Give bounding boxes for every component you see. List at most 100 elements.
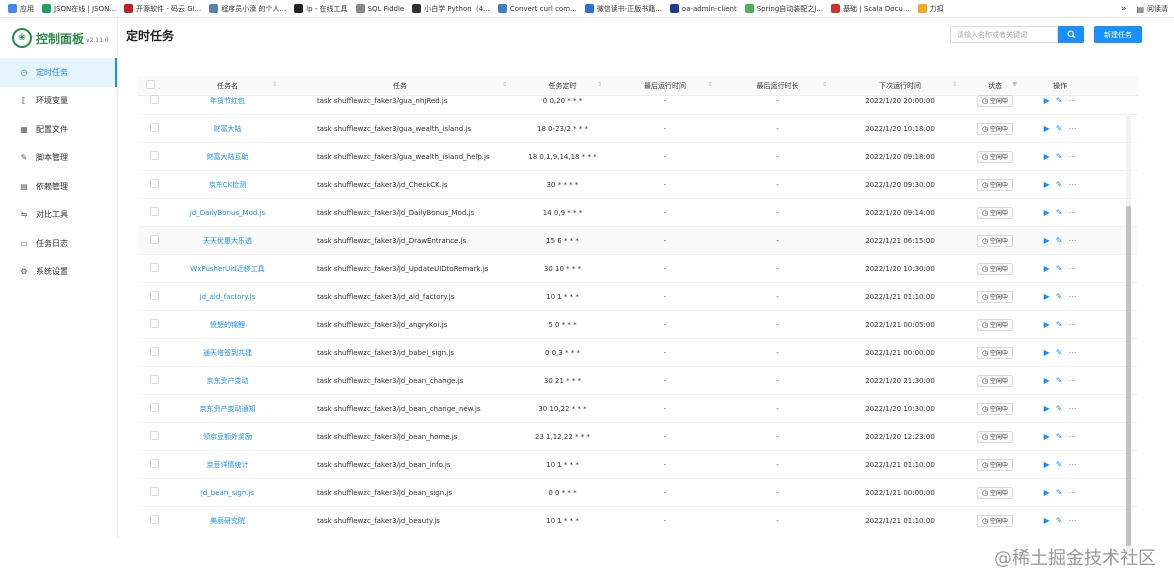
sidebar-item-5[interactable]: ▤ 依赖管理 [0, 172, 117, 201]
sidebar-item-8[interactable]: ⚙ 系统设置 [0, 258, 117, 287]
row-checkbox[interactable] [138, 487, 170, 498]
log-icon[interactable]: ✎ [1056, 516, 1063, 525]
table-scrollbar[interactable] [1125, 116, 1132, 552]
bookmark-item[interactable]: 开源软件 - 码云 Gi... [124, 4, 201, 14]
table-row[interactable]: 财富大陆 task shufflewzc_faker3/gua_wealth_is… [138, 115, 1138, 143]
task-name-link[interactable]: 财富大陆 [170, 124, 285, 134]
task-name-link[interactable]: jd_aid_factory.js [170, 293, 285, 301]
task-name-link[interactable]: 财富大陆互助 [170, 152, 285, 162]
log-icon[interactable]: ✎ [1056, 348, 1063, 357]
bookmark-item[interactable]: Convert curl com... [497, 4, 577, 13]
table-row[interactable]: jd_aid_factory.js task shufflewzc_faker3/… [138, 283, 1138, 311]
row-checkbox[interactable] [138, 291, 170, 302]
reading-list[interactable]: 阅读清 [1147, 4, 1168, 14]
task-name-link[interactable]: 年货节红包 [170, 96, 285, 106]
run-icon[interactable]: ▶ [1044, 96, 1050, 105]
row-checkbox[interactable] [138, 319, 170, 330]
bookmark-item[interactable]: JSON在线 | JSON... [42, 4, 116, 14]
task-name-link[interactable]: jd_bean_sign.js [170, 489, 285, 497]
more-icon[interactable]: ⋯ [1068, 292, 1076, 301]
sidebar-item-2[interactable]: ⟦ 环境变量 [0, 87, 117, 116]
task-name-link[interactable]: jd_DailyBonus_Mod.js [170, 209, 285, 217]
table-row[interactable]: 领京豆额外奖励 task shufflewzc_faker3/jd_bean_ho… [138, 423, 1138, 451]
row-checkbox[interactable] [138, 459, 170, 470]
row-checkbox[interactable] [138, 151, 170, 162]
sidebar-item-6[interactable]: ⇋ 对比工具 [0, 201, 117, 230]
more-icon[interactable]: ⋯ [1068, 236, 1076, 245]
bookmark-item[interactable]: Spring自动装配之J... [744, 4, 823, 14]
more-icon[interactable]: ⋯ [1068, 152, 1076, 161]
more-icon[interactable]: ⋯ [1068, 516, 1076, 525]
run-icon[interactable]: ▶ [1044, 180, 1050, 189]
table-row[interactable]: 京豆详情统计 task shufflewzc_faker3/jd_bean_inf… [138, 451, 1138, 479]
more-icon[interactable]: ⋯ [1068, 460, 1076, 469]
task-name-link[interactable]: 京东资产变动 [170, 376, 285, 386]
task-name-link[interactable]: 美丽研究院 [170, 516, 285, 526]
more-icon[interactable]: ⋯ [1068, 488, 1076, 497]
bookmark-item[interactable]: 应用 [8, 4, 34, 14]
table-row[interactable]: 天天优惠大乐透 task shufflewzc_faker3/jd_DrawEnt… [138, 227, 1138, 255]
more-icon[interactable]: ⋯ [1068, 124, 1076, 133]
table-row[interactable]: 京东CK检测 task shufflewzc_faker3/jd_CheckCK.… [138, 171, 1138, 199]
row-checkbox[interactable] [138, 403, 170, 414]
table-row[interactable]: WxPusherUid迁移工具 task shufflewzc_faker3/jd… [138, 255, 1138, 283]
sidebar-item-7[interactable]: ▭ 任务日志 [0, 229, 117, 258]
more-icon[interactable]: ⋯ [1068, 208, 1076, 217]
reading-list-icon[interactable]: ▤ [1136, 5, 1144, 14]
table-row[interactable]: jd_DailyBonus_Mod.js task shufflewzc_fake… [138, 199, 1138, 227]
log-icon[interactable]: ✎ [1056, 460, 1063, 469]
row-checkbox[interactable] [138, 95, 170, 106]
run-icon[interactable]: ▶ [1044, 264, 1050, 273]
table-row[interactable]: 京东资产变动 task shufflewzc_faker3/jd_bean_cha… [138, 367, 1138, 395]
log-icon[interactable]: ✎ [1056, 432, 1063, 441]
logo[interactable]: ❀ 控制面板 v2.11.0 [0, 18, 117, 58]
run-icon[interactable]: ▶ [1044, 236, 1050, 245]
run-icon[interactable]: ▶ [1044, 376, 1050, 385]
log-icon[interactable]: ✎ [1056, 180, 1063, 189]
bookmarks-more[interactable]: » [1121, 4, 1127, 14]
task-name-link[interactable]: 愤怒的锦鲤 [170, 320, 285, 330]
log-icon[interactable]: ✎ [1056, 292, 1063, 301]
table-row[interactable]: 通天塔签到共建 task shufflewzc_faker3/jd_babel_s… [138, 339, 1138, 367]
row-checkbox[interactable] [138, 123, 170, 134]
log-icon[interactable]: ✎ [1056, 124, 1063, 133]
sidebar-item-1[interactable]: ◷ 定时任务 [0, 58, 117, 87]
run-icon[interactable]: ▶ [1044, 152, 1050, 161]
log-icon[interactable]: ✎ [1056, 488, 1063, 497]
bookmark-item[interactable]: oa-admin-client [669, 4, 737, 13]
more-icon[interactable]: ⋯ [1068, 264, 1076, 273]
row-checkbox[interactable] [138, 235, 170, 246]
run-icon[interactable]: ▶ [1044, 404, 1050, 413]
more-icon[interactable]: ⋯ [1068, 96, 1076, 105]
log-icon[interactable]: ✎ [1056, 208, 1063, 217]
log-icon[interactable]: ✎ [1056, 236, 1063, 245]
task-name-link[interactable]: WxPusherUid迁移工具 [170, 264, 285, 274]
task-name-link[interactable]: 通天塔签到共建 [170, 348, 285, 358]
search-input[interactable]: 请输入名称或者关键词 [950, 26, 1058, 43]
more-icon[interactable]: ⋯ [1068, 432, 1076, 441]
row-checkbox[interactable] [138, 263, 170, 274]
run-icon[interactable]: ▶ [1044, 460, 1050, 469]
table-row[interactable]: 美丽研究院 task shufflewzc_faker3/jd_beauty.js… [138, 507, 1138, 527]
search-button[interactable] [1058, 26, 1084, 43]
task-name-link[interactable]: 领京豆额外奖励 [170, 432, 285, 442]
task-name-link[interactable]: 京东CK检测 [170, 180, 285, 190]
log-icon[interactable]: ✎ [1056, 404, 1063, 413]
log-icon[interactable]: ✎ [1056, 376, 1063, 385]
bookmark-item[interactable]: 程序员小濠 的个人... [209, 4, 286, 14]
row-checkbox[interactable] [138, 179, 170, 190]
log-icon[interactable]: ✎ [1056, 96, 1063, 105]
table-row[interactable]: jd_bean_sign.js task shufflewzc_faker3/jd… [138, 479, 1138, 507]
more-icon[interactable]: ⋯ [1068, 180, 1076, 189]
more-icon[interactable]: ⋯ [1068, 376, 1076, 385]
sidebar-item-3[interactable]: ▦ 配置文件 [0, 115, 117, 144]
run-icon[interactable]: ▶ [1044, 124, 1050, 133]
task-name-link[interactable]: 京豆详情统计 [170, 460, 285, 470]
more-icon[interactable]: ⋯ [1068, 348, 1076, 357]
bookmark-item[interactable]: 力扣 [917, 4, 944, 14]
bookmark-item[interactable]: SQL Fiddle [355, 4, 404, 13]
sidebar-item-4[interactable]: ✎ 脚本管理 [0, 144, 117, 173]
bookmark-item[interactable]: 基础 | Scala Docu... [831, 4, 910, 14]
row-checkbox[interactable] [138, 515, 170, 526]
run-icon[interactable]: ▶ [1044, 516, 1050, 525]
